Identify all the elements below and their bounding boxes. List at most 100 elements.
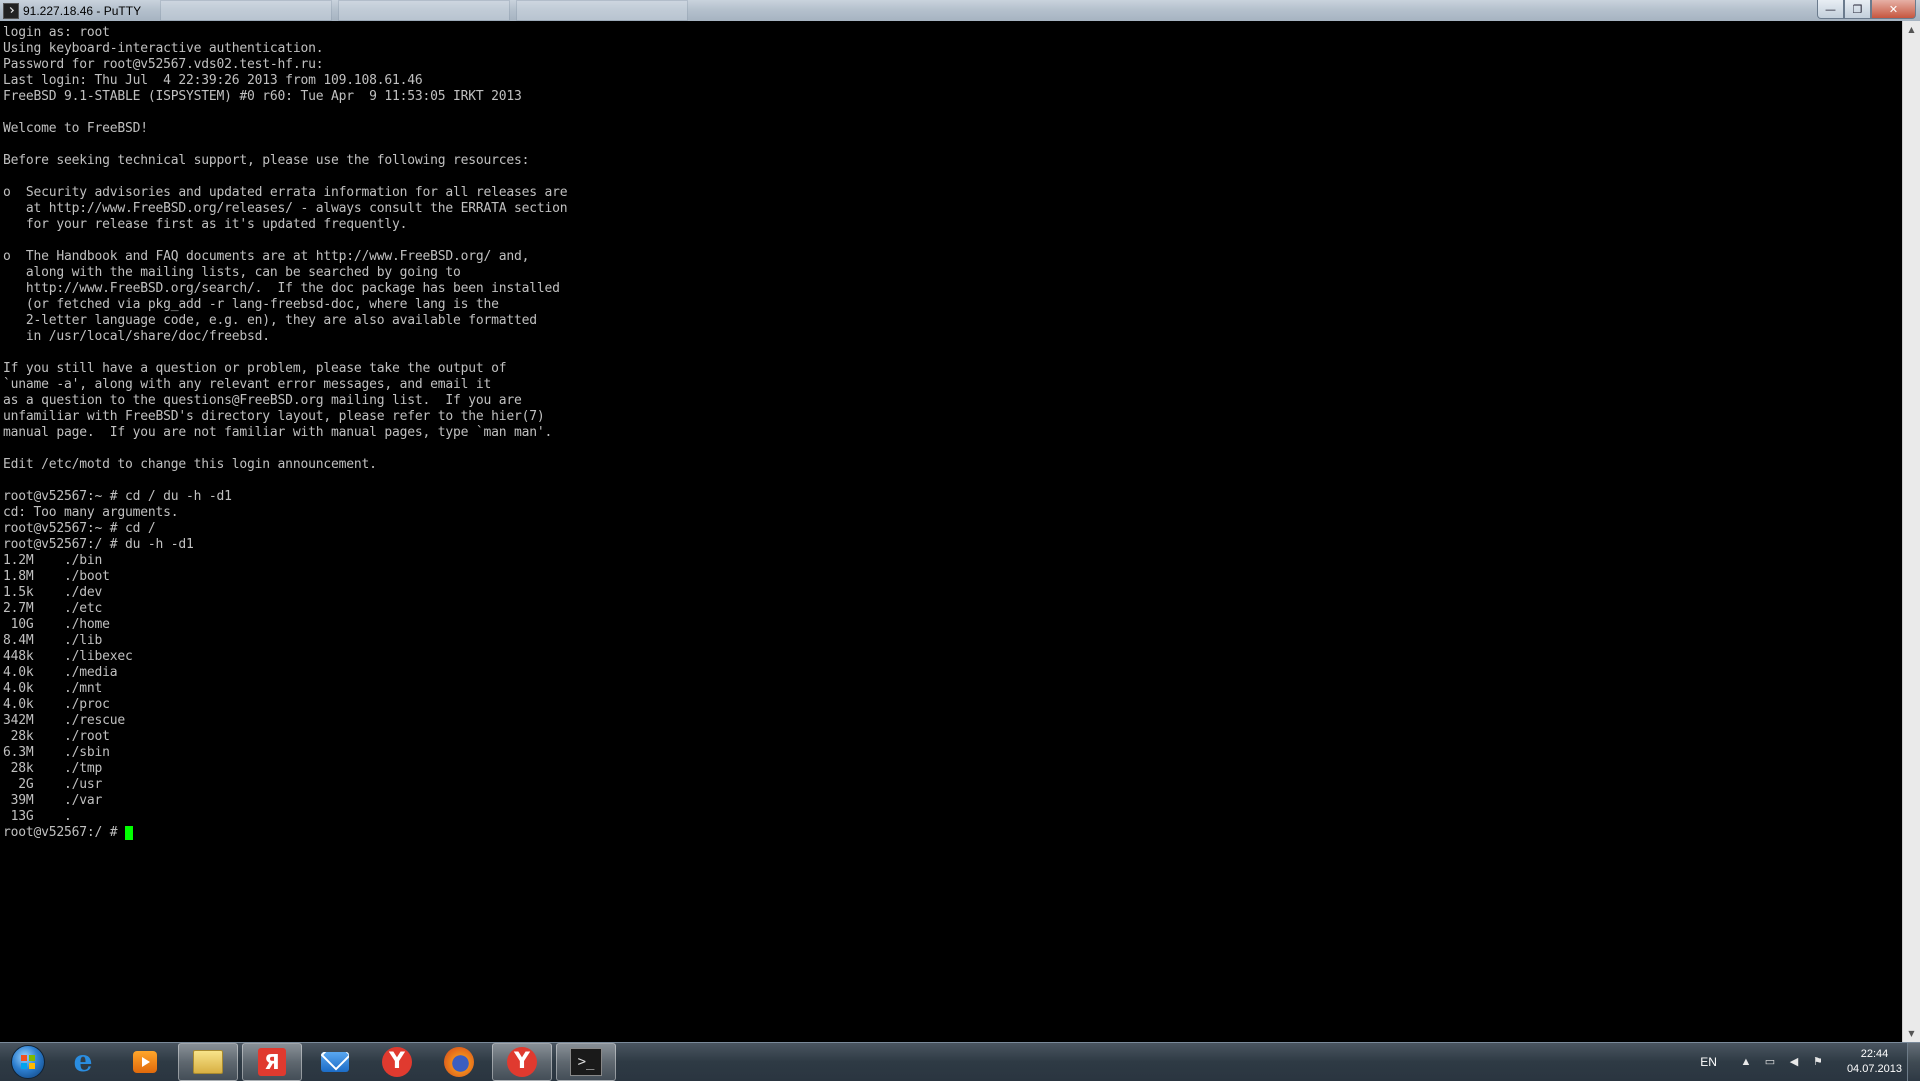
terminal-line: root@v52567:~ # cd / — [3, 521, 156, 536]
terminal-prompt-line[interactable]: root@v52567:/ # — [3, 825, 1903, 841]
taskbar-item-yandex[interactable]: Я — [242, 1043, 302, 1081]
media-player-icon — [133, 1051, 157, 1073]
terminal-line: at http://www.FreeBSD.org/releases/ - al… — [3, 201, 568, 216]
taskbar-item-firefox[interactable] — [430, 1044, 488, 1080]
clock-time: 22:44 — [1860, 1048, 1889, 1060]
putty-icon: >_ — [570, 1048, 602, 1076]
yandex-icon: Я — [258, 1048, 286, 1076]
volume-icon[interactable]: ◀ — [1787, 1055, 1801, 1069]
mail-icon — [321, 1052, 349, 1072]
taskbar: e Я Y Y >_ EN ▲ ▭ ◀ ⚑ 22:44 04.07.2013 — [0, 1042, 1920, 1081]
terminal-line: 4.0k ./mnt — [3, 681, 103, 696]
action-center-flag-icon[interactable]: ⚑ — [1811, 1055, 1825, 1069]
terminal-cursor — [125, 826, 134, 840]
terminal-line: 448k ./libexec — [3, 649, 133, 664]
terminal-line: 39M ./var — [3, 793, 103, 808]
taskbar-item-yandex-browser-2[interactable]: Y — [492, 1043, 552, 1081]
taskbar-item-yandex-browser[interactable]: Y — [368, 1044, 426, 1080]
show-desktop-button[interactable] — [1907, 1043, 1920, 1081]
terminal-area[interactable]: login as: root Using keyboard-interactive… — [0, 21, 1903, 1042]
terminal-output: login as: root Using keyboard-interactive… — [0, 21, 1903, 841]
terminal-line: 2G ./usr — [3, 777, 103, 792]
terminal-line: in /usr/local/share/doc/freebsd. — [3, 329, 270, 344]
terminal-line: root@v52567:/ # du -h -d1 — [3, 537, 194, 552]
terminal-line: 4.0k ./media — [3, 665, 118, 680]
terminal-line: 1.2M ./bin — [3, 553, 103, 568]
windows-logo-icon — [11, 1045, 45, 1079]
terminal-line: Welcome to FreeBSD! — [3, 121, 148, 136]
terminal-line: along with the mailing lists, can be sea… — [3, 265, 461, 280]
close-button[interactable]: ✕ — [1871, 0, 1916, 19]
firefox-icon — [444, 1047, 474, 1077]
terminal-line: 6.3M ./sbin — [3, 745, 110, 760]
background-window — [160, 0, 332, 21]
clock[interactable]: 22:44 04.07.2013 — [1847, 1047, 1902, 1077]
taskbar-item-mail[interactable] — [306, 1044, 364, 1080]
background-windows — [160, 0, 694, 21]
vertical-scrollbar[interactable]: ▲ ▼ — [1902, 21, 1920, 1042]
minimize-button[interactable]: — — [1817, 0, 1844, 19]
terminal-line: 28k ./tmp — [3, 761, 103, 776]
taskbar-item-internet-explorer[interactable]: e — [54, 1044, 112, 1080]
terminal-line: 2.7M ./etc — [3, 601, 103, 616]
terminal-line: http://www.FreeBSD.org/search/. If the d… — [3, 281, 560, 296]
terminal-line: Using keyboard-interactive authenticatio… — [3, 41, 324, 56]
terminal-line: o Security advisories and updated errata… — [3, 185, 568, 200]
clock-date: 04.07.2013 — [1846, 1063, 1902, 1075]
terminal-line: 1.8M ./boot — [3, 569, 110, 584]
taskbar-item-explorer[interactable] — [178, 1043, 238, 1081]
window-controls: — ❐ ✕ — [1817, 0, 1916, 19]
background-window — [516, 0, 688, 21]
scroll-up-arrow[interactable]: ▲ — [1903, 21, 1920, 38]
terminal-line: 1.5k ./dev — [3, 585, 103, 600]
terminal-line: manual page. If you are not familiar wit… — [3, 425, 553, 440]
taskbar-item-media-player[interactable] — [116, 1044, 174, 1080]
terminal-line: 13G . — [3, 809, 72, 824]
window-titlebar[interactable]: 91.227.18.46 - PuTTY — ❐ ✕ — [0, 0, 1920, 21]
network-icon[interactable]: ▭ — [1763, 1055, 1777, 1069]
terminal-line: `uname -a', along with any relevant erro… — [3, 377, 492, 392]
terminal-line: Before seeking technical support, please… — [3, 153, 530, 168]
show-hidden-icons-arrow-icon[interactable]: ▲ — [1739, 1055, 1753, 1069]
taskbar-item-putty[interactable]: >_ — [556, 1043, 616, 1081]
terminal-line: o The Handbook and FAQ documents are at … — [3, 249, 530, 264]
terminal-line: 8.4M ./lib — [3, 633, 103, 648]
putty-app-icon[interactable] — [3, 2, 19, 19]
terminal-line: (or fetched via pkg_add -r lang-freebsd-… — [3, 297, 499, 312]
background-window — [338, 0, 510, 21]
explorer-folder-icon — [193, 1050, 223, 1074]
terminal-line: 28k ./root — [3, 729, 110, 744]
terminal-line: Password for root@v52567.vds02.test-hf.r… — [3, 57, 324, 72]
start-button[interactable] — [6, 1044, 50, 1080]
yandex-browser-icon: Y — [382, 1047, 412, 1077]
terminal-line: 4.0k ./proc — [3, 697, 110, 712]
scroll-down-arrow[interactable]: ▼ — [1903, 1025, 1920, 1042]
terminal-line: If you still have a question or problem,… — [3, 361, 507, 376]
terminal-line: 2-letter language code, e.g. en), they a… — [3, 313, 537, 328]
terminal-line: cd: Too many arguments. — [3, 505, 179, 520]
terminal-line: Last login: Thu Jul 4 22:39:26 2013 from… — [3, 73, 423, 88]
terminal-prompt: root@v52567:/ # — [3, 825, 126, 840]
internet-explorer-icon: e — [73, 1044, 93, 1079]
terminal-line: FreeBSD 9.1-STABLE (ISPSYSTEM) #0 r60: T… — [3, 89, 522, 104]
terminal-line: unfamiliar with FreeBSD's directory layo… — [3, 409, 545, 424]
yandex-browser-icon: Y — [507, 1047, 537, 1077]
language-indicator[interactable]: EN — [1700, 1055, 1717, 1069]
window-title: 91.227.18.46 - PuTTY — [23, 3, 142, 18]
terminal-line: root@v52567:~ # cd / du -h -d1 — [3, 489, 232, 504]
terminal-line: 10G ./home — [3, 617, 110, 632]
terminal-line: 342M ./rescue — [3, 713, 126, 728]
maximize-button[interactable]: ❐ — [1844, 0, 1871, 19]
system-tray: EN ▲ ▭ ◀ ⚑ 22:44 04.07.2013 — [1700, 1043, 1902, 1081]
terminal-line: Edit /etc/motd to change this login anno… — [3, 457, 377, 472]
terminal-line: login as: root — [3, 25, 110, 40]
terminal-line: for your release first as it's updated f… — [3, 217, 408, 232]
terminal-line: as a question to the questions@FreeBSD.o… — [3, 393, 522, 408]
